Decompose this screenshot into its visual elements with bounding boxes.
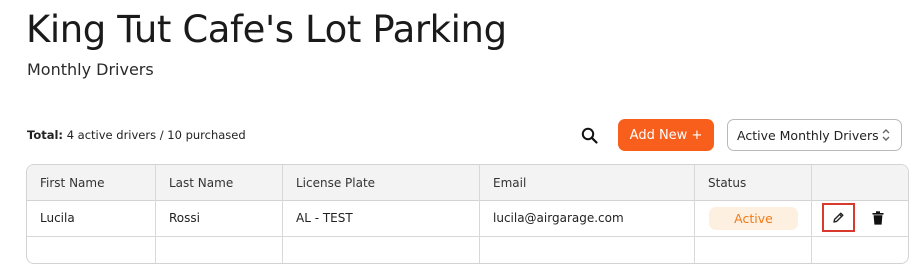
edit-button[interactable] bbox=[822, 203, 855, 232]
table-header: First Name Last Name License Plate Email… bbox=[27, 165, 908, 201]
total-summary: Total: 4 active drivers / 10 purchased bbox=[27, 128, 246, 142]
search-icon bbox=[581, 127, 598, 144]
search-button[interactable] bbox=[578, 124, 600, 146]
chevron-updown-icon bbox=[882, 129, 890, 141]
filter-select-value: Active Monthly Drivers bbox=[737, 127, 879, 143]
edit-icon bbox=[833, 212, 844, 223]
total-value: 4 active drivers / 10 purchased bbox=[66, 128, 246, 142]
driver-filter-select[interactable]: Active Monthly Drivers bbox=[727, 119, 902, 151]
cell-license-plate: AL - TEST bbox=[296, 211, 353, 225]
column-header-email[interactable]: Email bbox=[480, 165, 694, 200]
status-badge: Active bbox=[709, 207, 798, 230]
page-title: King Tut Cafe's Lot Parking bbox=[26, 8, 507, 51]
cell-first-name: Lucila bbox=[40, 211, 75, 225]
cell-email: lucila@airgarage.com bbox=[493, 211, 624, 225]
column-header-license-plate[interactable]: License Plate bbox=[283, 165, 479, 200]
column-header-first-name[interactable]: First Name bbox=[27, 165, 155, 200]
column-header-status[interactable]: Status bbox=[695, 165, 811, 200]
page-subtitle: Monthly Drivers bbox=[27, 60, 154, 79]
delete-button[interactable] bbox=[868, 208, 888, 228]
cell-last-name: Rossi bbox=[169, 211, 200, 225]
table-row: Lucila Rossi AL - TEST lucila@airgarage.… bbox=[27, 201, 908, 237]
total-label: Total: bbox=[27, 128, 64, 142]
column-header-last-name[interactable]: Last Name bbox=[156, 165, 282, 200]
trash-icon bbox=[872, 211, 884, 225]
add-new-button[interactable]: Add New + bbox=[618, 119, 714, 151]
column-header-actions bbox=[812, 165, 908, 200]
drivers-table: First Name Last Name License Plate Email… bbox=[26, 164, 909, 264]
